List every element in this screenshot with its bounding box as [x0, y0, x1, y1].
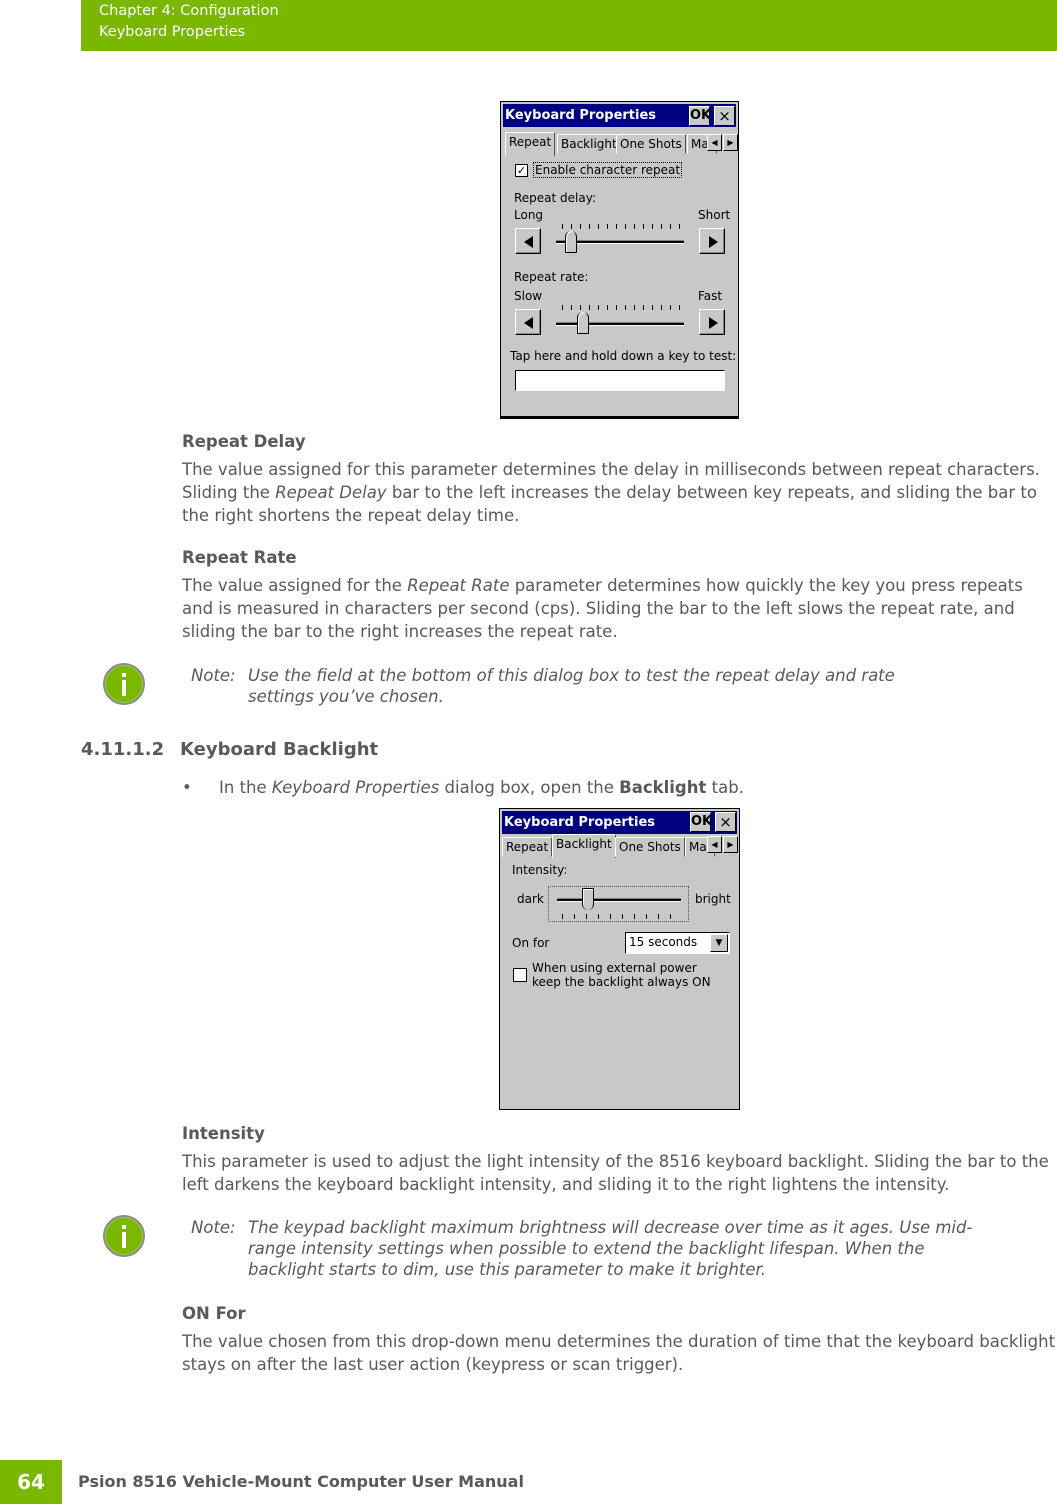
repeat-rate-text: The value assigned for the Repeat Rate p… [182, 576, 1023, 641]
intensity-slider[interactable] [548, 886, 689, 922]
delay-slider-thumb[interactable] [565, 231, 578, 253]
repeat-delay-text: The value assigned for this parameter de… [182, 460, 1040, 525]
close-button[interactable]: × [715, 812, 736, 832]
rate-slider-track[interactable] [556, 322, 684, 326]
section-title: Keyboard Properties [99, 24, 246, 40]
page-number: 64 [0, 1460, 62, 1504]
dialog-title: Keyboard Properties [504, 815, 656, 830]
close-button[interactable]: × [714, 106, 735, 126]
tab-scroll-right[interactable]: ▶ [723, 134, 738, 151]
on-for-label: On for [512, 936, 550, 950]
tab-one-shots[interactable]: One Shots [616, 134, 686, 154]
rate-slider-thumb[interactable] [576, 312, 589, 334]
on-for-value: 15 seconds [629, 935, 698, 949]
on-for-dropdown[interactable]: 15 seconds ▼ [625, 932, 730, 954]
tab-backlight[interactable]: Backlight [557, 134, 621, 154]
chevron-down-icon[interactable]: ▼ [710, 934, 728, 952]
tab-scroll-left[interactable]: ◀ [707, 836, 722, 853]
intensity-heading: Intensity [182, 1124, 265, 1143]
rate-increase-button[interactable] [699, 309, 725, 335]
page-header: Chapter 4: Configuration Keyboard Proper… [81, 0, 1057, 51]
info-icon [103, 663, 145, 705]
rate-decrease-button[interactable] [515, 309, 541, 335]
info-icon [103, 1215, 145, 1257]
on-for-heading: ON For [182, 1304, 246, 1323]
dialog-title: Keyboard Properties [505, 108, 657, 123]
bright-label: bright [695, 892, 731, 906]
rate-fast-label: Fast [698, 289, 723, 303]
tab-repeat[interactable]: Repeat [505, 132, 556, 156]
rate-slow-label: Slow [514, 289, 543, 303]
ok-button[interactable]: OK [689, 106, 711, 126]
dark-label: dark [517, 892, 544, 906]
tab-strip: Repeat Backlight One Shots Ma ◀ ▶ [505, 132, 738, 156]
on-for-text: The value chosen from this drop-down men… [182, 1332, 1056, 1374]
intensity-slider-track[interactable] [557, 898, 681, 902]
repeat-rate-label: Repeat rate: [514, 270, 589, 284]
enable-repeat-checkbox[interactable]: ✓ [515, 164, 528, 177]
rate-ticks [562, 305, 682, 310]
ext-power-checkbox[interactable] [513, 968, 527, 982]
arrow-left-icon [524, 236, 533, 248]
intensity-label: Intensity: [512, 863, 568, 877]
tab-backlight[interactable]: Backlight [552, 834, 616, 858]
intensity-ticks [562, 914, 677, 919]
delay-increase-button[interactable] [699, 228, 725, 254]
repeat-delay-heading: Repeat Delay [182, 432, 306, 451]
tab-one-shots[interactable]: One Shots [615, 837, 685, 857]
arrow-left-icon [524, 317, 533, 329]
intensity-slider-thumb[interactable] [582, 888, 594, 910]
test-input[interactable] [515, 370, 725, 391]
test-field-label: Tap here and hold down a key to test: [510, 349, 737, 363]
footer-title: Psion 8516 Vehicle-Mount Computer User M… [78, 1472, 524, 1491]
tab-scroll-right[interactable]: ▶ [723, 836, 738, 853]
delay-ticks [562, 224, 682, 229]
note-test-field: Note: Use the field at the bottom of thi… [191, 666, 895, 706]
tab-scroll-left[interactable]: ◀ [707, 134, 722, 151]
repeat-delay-label: Repeat delay: [514, 191, 597, 205]
arrow-right-icon [709, 317, 718, 329]
enable-repeat-label: Enable character repeat [533, 162, 683, 178]
note-backlight: Note: The keypad backlight maximum brigh… [191, 1218, 973, 1279]
delay-long-label: Long [514, 208, 544, 222]
chapter-title: Chapter 4: Configuration [99, 3, 279, 19]
repeat-rate-heading: Repeat Rate [182, 548, 297, 567]
section-number: 4.11.1.2 [81, 739, 165, 760]
delay-short-label: Short [698, 208, 731, 222]
delay-decrease-button[interactable] [515, 228, 541, 254]
tab-repeat[interactable]: Repeat [502, 837, 553, 857]
tab-strip: Repeat Backlight One Shots Mac ◀ ▶ [502, 834, 739, 858]
intensity-text: This parameter is used to adjust the lig… [182, 1152, 1049, 1194]
ext-power-label: When using external power keep the backl… [532, 961, 711, 989]
arrow-right-icon [709, 236, 718, 248]
ok-button[interactable]: OK [690, 812, 712, 832]
keyboard-properties-dialog-backlight: Keyboard Properties OK × Repeat Backligh… [499, 808, 740, 1110]
keyboard-properties-dialog-repeat: Keyboard Properties OK × Repeat Backligh… [500, 101, 739, 419]
section-heading: Keyboard Backlight [180, 739, 379, 760]
